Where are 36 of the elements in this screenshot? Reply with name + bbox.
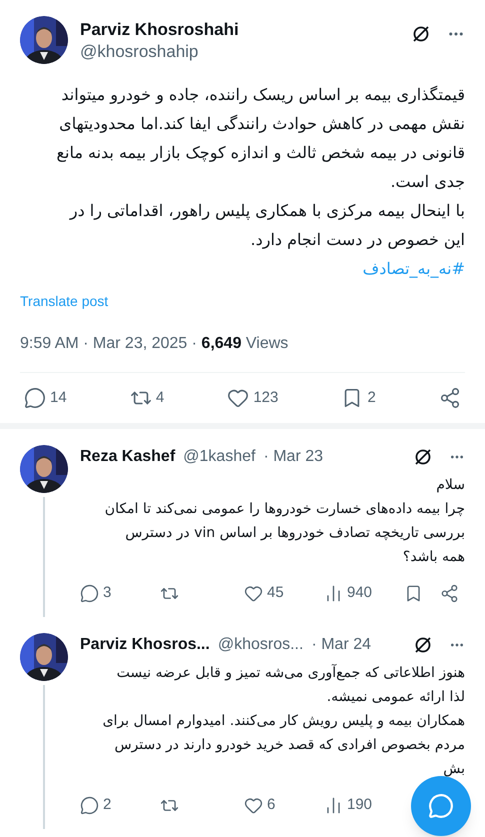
share-button[interactable]: [440, 584, 460, 602]
slashed-circle-icon[interactable]: [411, 24, 431, 44]
reply-icon: [80, 796, 99, 814]
views-button[interactable]: 190: [324, 794, 372, 816]
author-name[interactable]: Reza Kashef: [80, 445, 176, 469]
author-name[interactable]: Parviz Khosroshahi: [80, 20, 399, 40]
reply-date[interactable]: · Mar 23: [263, 445, 324, 469]
like-button[interactable]: 6: [244, 794, 324, 816]
author-name[interactable]: Parviz Khosros...: [80, 633, 210, 657]
author-handle[interactable]: @khosroshahip: [80, 40, 399, 64]
views-button[interactable]: 940: [324, 582, 372, 604]
slashed-circle-icon[interactable]: [413, 635, 433, 655]
reply-icon: [24, 387, 46, 409]
reply-text: سلام چرا بیمه داده‌های خسارت خودروها را عمومی نمی‌کند تا امکان بررسی تاریخچه تصادف خودروها بر اساس vin در دسترس همه باشد؟: [104, 476, 465, 567]
share-icon: [438, 387, 461, 409]
slashed-circle-icon[interactable]: [413, 447, 433, 467]
bookmark-button[interactable]: 2: [341, 386, 376, 410]
reply-button[interactable]: 2: [80, 794, 160, 816]
author-handle[interactable]: @khosros...: [218, 633, 304, 657]
heart-icon: [244, 584, 263, 602]
share-button[interactable]: [438, 387, 461, 409]
like-button[interactable]: 45: [244, 582, 324, 604]
heart-icon: [244, 796, 263, 814]
heart-icon: [227, 387, 250, 409]
reply-icon: [80, 584, 99, 602]
reply-button[interactable]: 14: [24, 386, 67, 410]
post-text: قیمتگذاری بیمه بر اساس ریسک راننده، جاده و خودرو میتواند نقش مهمی در کاهش حوادث رانندگی ایفا کند.اما محدودیتهای قانونی در بیمه شخص ثالث و اندازه کوچک بازار بیمه بدنه مانع جدی است. با اینحال بیمه مرکزی با همکاری پلیس راهور، اقداماتی را در این خصوص در دست انجام دارد.: [56, 84, 465, 251]
reply-date[interactable]: · Mar 24: [311, 633, 372, 657]
like-button[interactable]: 123: [227, 386, 278, 410]
reply-text: هنوز اطلاعاتی که جمع‌آوری می‌شه تمیز و قابل عرضه نیست لذا ارائه عمومی نمیشه. همکاران بیمه و پلیس رویش کار می‌کنند. امیدوارم امسال برای مردم بخصوص افرادی که قصد خرید خودرو دارند در دسترس بش: [102, 663, 465, 779]
reply-button[interactable]: 3: [80, 582, 160, 604]
post-timestamp: 9:59 AM · Mar 23, 2025 · 6,649 Views: [20, 334, 290, 354]
author-handle[interactable]: @1kashef: [183, 445, 256, 469]
share-icon: [440, 584, 460, 602]
chat-icon: [428, 793, 454, 819]
repost-button[interactable]: 4: [130, 386, 164, 410]
